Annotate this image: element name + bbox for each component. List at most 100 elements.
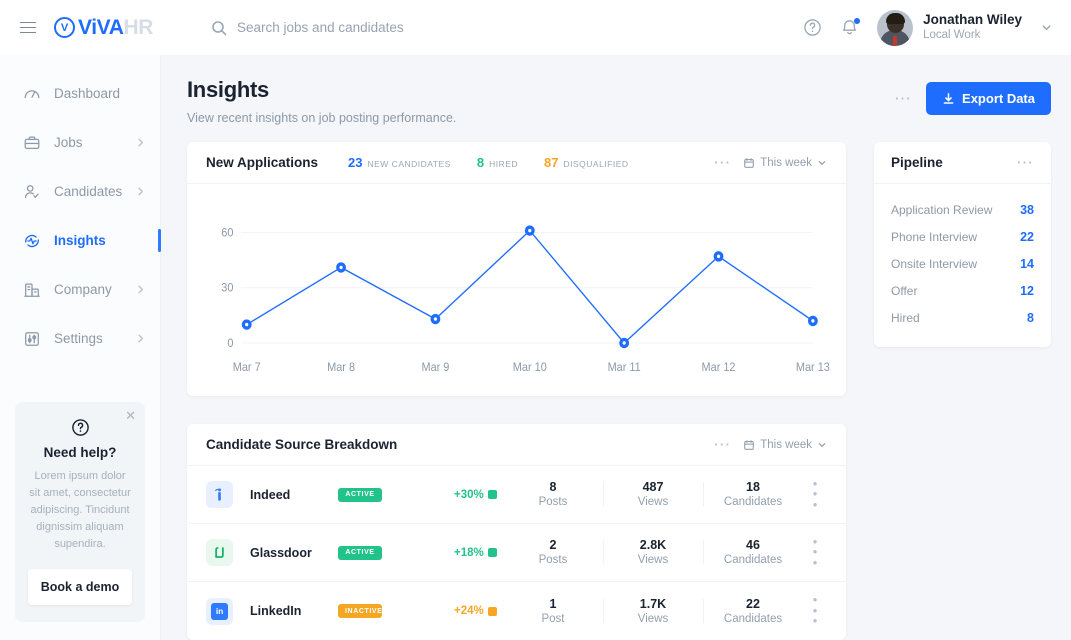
sidebar-nav: Dashboard Jobs xyxy=(0,55,160,369)
pipeline-list: Application Review 38 Phone Interview 22… xyxy=(874,184,1051,347)
search-input[interactable] xyxy=(237,20,537,35)
logo-text-secondary: HR xyxy=(123,16,153,40)
page-heading-block: Insights View recent insights on job pos… xyxy=(187,77,456,125)
stat-value: 23 xyxy=(348,155,362,170)
pipeline-stage-value: 8 xyxy=(1027,311,1034,325)
search-icon xyxy=(211,20,227,36)
hamburger-menu-icon[interactable] xyxy=(20,18,36,37)
list-item[interactable]: Application Review 38 xyxy=(891,196,1034,223)
source-name: Glassdoor xyxy=(250,546,338,560)
user-check-icon xyxy=(22,183,41,201)
app-logo[interactable]: V ViVA HR xyxy=(54,16,153,40)
pipeline-stage-label: Offer xyxy=(891,284,917,298)
trend-indicator: +30% xyxy=(454,489,497,501)
notifications-bell-icon[interactable] xyxy=(840,18,859,37)
help-card-text: Lorem ipsum dolor sit amet, consectetur … xyxy=(28,468,132,553)
table-row[interactable]: Glassdoor ACTIVE +18% 2 Posts xyxy=(187,524,846,582)
svg-text:60: 60 xyxy=(221,227,233,239)
user-avatar[interactable] xyxy=(877,10,913,46)
trend-value: +24% xyxy=(454,605,484,617)
list-item[interactable]: Phone Interview 22 xyxy=(891,223,1034,250)
page-more-ellipsis-horizontal-icon[interactable]: ⋯ xyxy=(894,90,912,107)
app-root: V ViVA HR xyxy=(0,0,1071,640)
trend-indicator: +18% xyxy=(454,547,497,559)
close-icon[interactable]: ✕ xyxy=(125,409,136,422)
page-subtitle: View recent insights on job posting perf… xyxy=(187,111,456,125)
glassdoor-logo-icon xyxy=(206,539,233,566)
candidate-source-breakdown-card: Candidate Source Breakdown ⋯ xyxy=(187,424,846,640)
pipeline-stage-label: Onsite Interview xyxy=(891,257,977,271)
metric-value: 2 xyxy=(503,538,603,552)
user-subtitle: Local Work xyxy=(923,28,1022,43)
row-menu-ellipsis-vertical-icon[interactable]: ••• xyxy=(803,537,827,568)
pipeline-more-ellipsis-horizontal-icon[interactable]: ⋯ xyxy=(1016,154,1034,171)
period-selector[interactable]: This week xyxy=(743,439,827,451)
card-more-ellipsis-horizontal-icon[interactable]: ⋯ xyxy=(713,154,731,171)
card-more-ellipsis-horizontal-icon[interactable]: ⋯ xyxy=(713,436,731,453)
metric-value: 18 xyxy=(703,480,803,494)
sidebar-item-dashboard[interactable]: Dashboard xyxy=(0,75,160,112)
metric-label: Posts xyxy=(503,554,603,566)
pipeline-stage-value: 14 xyxy=(1020,257,1034,271)
svg-text:Mar 11: Mar 11 xyxy=(608,362,641,374)
book-demo-button[interactable]: Book a demo xyxy=(28,569,132,605)
svg-text:Mar 9: Mar 9 xyxy=(421,362,449,374)
pipeline-stage-label: Hired xyxy=(891,311,920,325)
trend-indicator: +24% xyxy=(454,605,497,617)
row-metrics: 1 Post 1.7K Views 22 Candidates xyxy=(503,595,827,626)
sidebar-item-insights[interactable]: Insights xyxy=(0,222,160,259)
chevron-right-icon xyxy=(135,284,146,295)
metric-label: Post xyxy=(503,613,603,625)
chevron-right-icon xyxy=(135,186,146,197)
list-item[interactable]: Offer 12 xyxy=(891,277,1034,304)
trend-up-icon xyxy=(488,490,497,499)
metric-label: Views xyxy=(603,613,703,625)
sidebar-item-candidates[interactable]: Candidates xyxy=(0,173,160,210)
global-search[interactable] xyxy=(211,20,537,36)
main-content: Insights View recent insights on job pos… xyxy=(161,55,1071,640)
stat-hired: 8 HIRED xyxy=(477,155,518,170)
user-menu-chevron-down-icon[interactable] xyxy=(1040,21,1053,34)
card-title: Pipeline xyxy=(891,155,943,170)
stat-value: 8 xyxy=(477,155,484,170)
metric-value: 8 xyxy=(503,480,603,494)
svg-text:Mar 12: Mar 12 xyxy=(702,362,736,374)
calendar-icon xyxy=(743,157,755,169)
briefcase-icon xyxy=(22,134,41,152)
period-label: This week xyxy=(760,157,812,169)
period-selector[interactable]: This week xyxy=(743,157,827,169)
sidebar-item-company[interactable]: Company xyxy=(0,271,160,308)
status-badge: INACTIVE xyxy=(338,604,382,618)
row-menu-ellipsis-vertical-icon[interactable]: ••• xyxy=(803,479,827,510)
row-menu-ellipsis-vertical-icon[interactable]: ••• xyxy=(803,595,827,626)
pipeline-stage-label: Application Review xyxy=(891,203,992,217)
svg-text:Mar 10: Mar 10 xyxy=(513,362,547,374)
table-row[interactable]: in LinkedIn INACTIVE +24% 1 xyxy=(187,582,846,640)
new-applications-card: New Applications 23 NEW CANDIDATES 8 HIR… xyxy=(187,142,846,396)
user-info[interactable]: Jonathan Wiley Local Work xyxy=(923,12,1022,44)
stat-disqualified: 87 DISQUALIFIED xyxy=(544,155,629,170)
pipeline-card: Pipeline ⋯ Application Review 38 Phone I… xyxy=(874,142,1051,347)
help-icon[interactable] xyxy=(803,18,822,37)
trend-up-icon xyxy=(488,607,497,616)
top-navigation-bar: V ViVA HR xyxy=(0,0,1071,55)
chevron-down-icon xyxy=(817,440,827,450)
sliders-icon xyxy=(22,330,41,348)
source-name: Indeed xyxy=(250,488,338,502)
metric-posts: 8 Posts xyxy=(503,480,603,508)
list-item[interactable]: Hired 8 xyxy=(891,304,1034,331)
metric-value: 1 xyxy=(503,597,603,611)
period-label: This week xyxy=(760,439,812,451)
sidebar-item-settings[interactable]: Settings xyxy=(0,320,160,357)
list-item[interactable]: Onsite Interview 14 xyxy=(891,250,1034,277)
page-title: Insights xyxy=(187,77,456,103)
sidebar-item-label: Company xyxy=(54,282,112,297)
export-data-button[interactable]: Export Data xyxy=(926,82,1051,115)
table-row[interactable]: Indeed ACTIVE +30% 8 Posts xyxy=(187,466,846,524)
logo-text-primary: ViVA xyxy=(78,16,123,40)
row-metrics: 2 Posts 2.8K Views 46 Candidates xyxy=(503,537,827,568)
help-card-title: Need help? xyxy=(28,445,132,460)
sidebar-item-jobs[interactable]: Jobs xyxy=(0,124,160,161)
secondary-column: Pipeline ⋯ Application Review 38 Phone I… xyxy=(874,142,1051,640)
new-applications-chart: 03060Mar 7Mar 8Mar 9Mar 10Mar 11Mar 12Ma… xyxy=(187,184,846,396)
